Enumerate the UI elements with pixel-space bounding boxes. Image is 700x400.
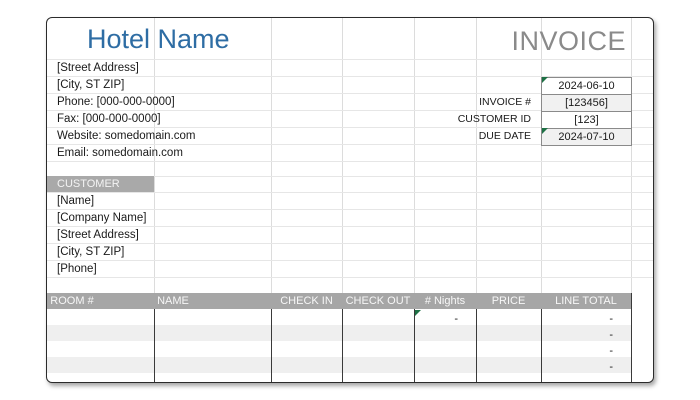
column-header-check-out[interactable]: CHECK OUT <box>342 293 414 309</box>
invoice-title: INVOICE <box>511 26 626 56</box>
line-total-cell[interactable]: - <box>541 359 613 375</box>
due-date-label: DUE DATE <box>478 130 531 142</box>
customer-company[interactable]: [Company Name] <box>57 210 146 226</box>
customer-street[interactable]: [Street Address] <box>57 227 139 243</box>
invoice-number-label: INVOICE # <box>479 96 531 108</box>
nights-cell[interactable]: - <box>414 311 458 327</box>
grid-line <box>47 161 653 162</box>
customer-phone[interactable]: [Phone] <box>57 261 97 277</box>
column-header-room[interactable]: ROOM # <box>47 293 97 309</box>
line-total-cell[interactable]: - <box>541 327 613 343</box>
line-items-header: ROOM # NAME CHECK IN CHECK OUT # Nights … <box>47 293 631 309</box>
customer-city[interactable]: [City, ST ZIP] <box>57 244 124 260</box>
cell-marker-icon <box>542 128 548 134</box>
grid-line <box>47 192 653 193</box>
customer-id-cell[interactable]: [123] <box>541 111 632 129</box>
grid-line <box>47 243 653 244</box>
hotel-website[interactable]: Website: somedomain.com <box>57 128 195 144</box>
invoice-number-cell[interactable]: [123456] <box>541 94 632 112</box>
due-date-cell[interactable]: 2024-07-10 <box>541 128 632 146</box>
customer-name[interactable]: [Name] <box>57 193 94 209</box>
customer-id-label: CUSTOMER ID <box>457 113 531 125</box>
hotel-name[interactable]: Hotel Name <box>87 22 230 56</box>
line-total-cell[interactable]: - <box>541 343 613 359</box>
invoice-spreadsheet: Hotel Name INVOICE [Street Address] [Cit… <box>46 17 654 383</box>
column-header-line-total[interactable]: LINE TOTAL <box>541 293 631 309</box>
column-header-name[interactable]: NAME <box>154 293 192 309</box>
customer-header: CUSTOMER <box>47 176 154 192</box>
grid-line <box>47 277 653 278</box>
hotel-phone[interactable]: Phone: [000-000-0000] <box>57 94 175 110</box>
column-header-price[interactable]: PRICE <box>476 293 541 309</box>
column-divider <box>271 309 272 382</box>
hotel-fax[interactable]: Fax: [000-000-0000] <box>57 111 161 127</box>
hotel-email[interactable]: Email: somedomain.com <box>57 145 183 161</box>
cell-marker-icon <box>542 77 548 83</box>
invoice-date-cell[interactable]: 2024-06-10 <box>541 77 632 95</box>
column-header-check-in[interactable]: CHECK IN <box>271 293 342 309</box>
column-header-nights[interactable]: # Nights <box>414 293 476 309</box>
hotel-city[interactable]: [City, ST ZIP] <box>57 77 124 93</box>
hotel-street[interactable]: [Street Address] <box>57 60 139 76</box>
line-total-cell[interactable]: - <box>541 311 613 327</box>
column-divider <box>154 309 155 382</box>
grid-line <box>47 260 653 261</box>
column-divider <box>476 309 477 382</box>
column-divider <box>631 293 632 382</box>
column-divider <box>342 309 343 382</box>
